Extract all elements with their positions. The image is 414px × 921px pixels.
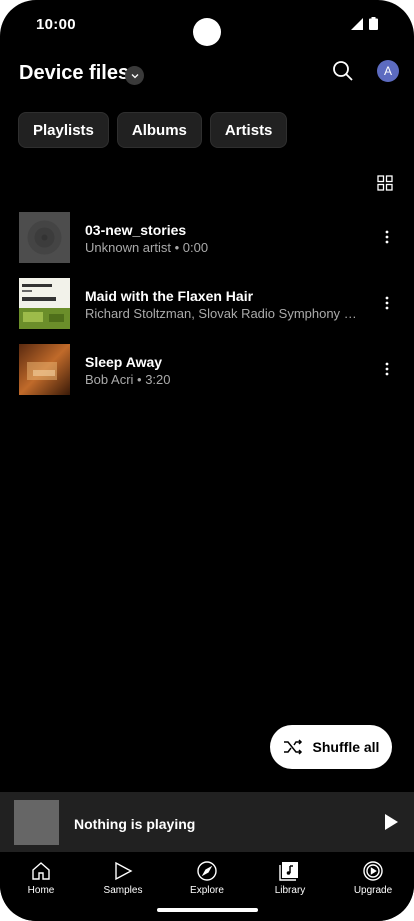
list-item[interactable]: 03-new_stories Unknown artist • 0:00 [0,208,414,274]
nav-library-label: Library [274,885,306,896]
gesture-bar [157,908,258,912]
track-artwork [19,344,70,395]
page-title[interactable]: Device files [19,62,129,85]
more-options-icon[interactable] [378,228,396,246]
track-artwork [19,278,70,329]
signal-icon [351,17,363,30]
explore-icon [197,861,217,881]
filter-chips: Playlists Albums Artists [18,112,288,148]
app-screen: 10:00 Device files A Playlists Albums Ar… [0,0,414,921]
nav-explore[interactable]: Explore [172,860,242,896]
shuffle-all-button[interactable]: Shuffle all [270,725,392,769]
library-icon [279,862,298,881]
now-playing-status: Nothing is playing [74,816,196,832]
track-subtitle: Unknown artist • 0:00 [85,240,209,255]
nav-explore-label: Explore [190,885,224,896]
list-item[interactable]: Sleep Away Bob Acri • 3:20 [0,340,414,406]
play-icon[interactable] [383,813,399,831]
shuffle-all-label: Shuffle all [312,739,380,755]
status-time: 10:00 [36,16,76,33]
nav-samples[interactable]: Samples [88,860,158,896]
more-options-icon[interactable] [378,360,396,378]
mini-player-artwork [14,800,59,845]
camera-cutout [193,18,221,46]
battery-icon [369,17,378,30]
shuffle-icon [283,739,302,755]
track-title: Maid with the Flaxen Hair [85,288,254,304]
status-bar: 10:00 [0,0,414,48]
upgrade-icon [363,861,383,881]
nav-library[interactable]: Library [255,860,325,896]
search-icon[interactable] [332,60,356,84]
list-item[interactable]: Maid with the Flaxen Hair Richard Stoltz… [0,274,414,340]
track-artwork [19,212,70,263]
more-options-icon[interactable] [378,294,396,312]
track-title: Sleep Away [85,354,163,370]
mini-player[interactable]: Nothing is playing [0,792,414,852]
nav-home-label: Home [27,885,55,896]
nav-home[interactable]: Home [6,860,76,896]
samples-icon [115,861,133,881]
avatar[interactable]: A [377,60,399,82]
chevron-down-icon[interactable] [125,66,144,85]
chip-playlists[interactable]: Playlists [18,112,109,148]
track-subtitle: Bob Acri • 3:20 [85,372,171,387]
track-title: 03-new_stories [85,222,187,238]
chip-albums[interactable]: Albums [116,112,202,148]
track-subtitle: Richard Stoltzman, Slovak Radio Symphony… [85,306,365,321]
nav-samples-label: Samples [103,885,143,896]
home-icon [32,862,50,880]
nav-upgrade-label: Upgrade [353,885,393,896]
nav-upgrade[interactable]: Upgrade [338,860,408,896]
chip-artists[interactable]: Artists [209,112,288,148]
track-list: 03-new_stories Unknown artist • 0:00 Mai… [0,208,414,406]
grid-view-icon[interactable] [377,175,395,193]
status-icons [351,17,378,30]
